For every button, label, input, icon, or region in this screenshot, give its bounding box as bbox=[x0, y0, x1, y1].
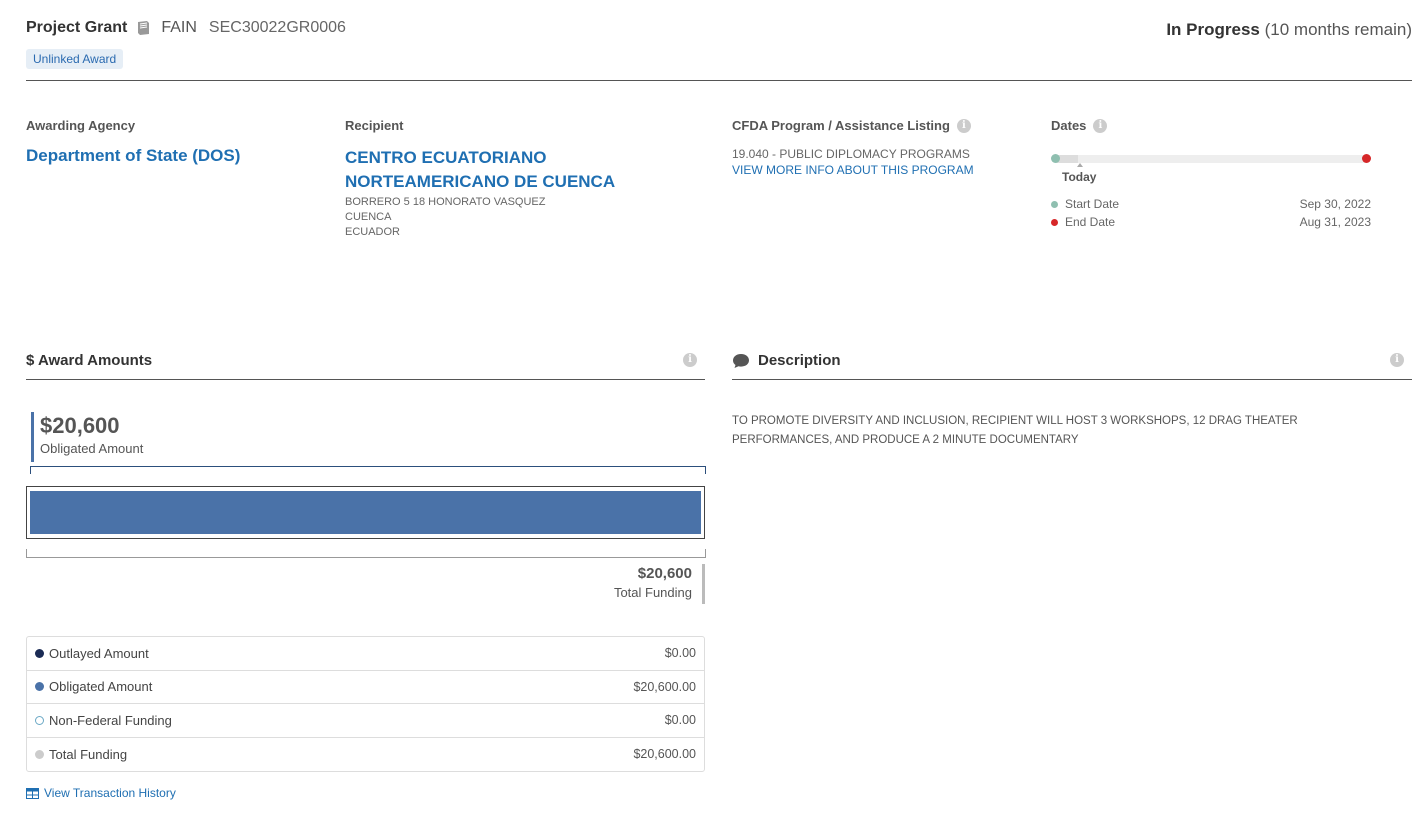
table-row: Obligated Amount $20,600.00 bbox=[27, 671, 704, 704]
status-remaining: (10 months remain) bbox=[1264, 20, 1412, 39]
row-label: Outlayed Amount bbox=[49, 645, 149, 661]
obligated-dot bbox=[35, 682, 44, 692]
total-funding-label: Total Funding bbox=[613, 585, 692, 600]
info-icon[interactable]: i bbox=[1390, 353, 1404, 367]
view-transaction-history-link[interactable]: View Transaction History bbox=[26, 786, 176, 800]
info-icon[interactable]: i bbox=[683, 353, 697, 367]
obligated-amount: $20,600 bbox=[40, 413, 120, 438]
row-value: $0.00 bbox=[664, 646, 696, 661]
fain-value: SEC30022GR0006 bbox=[208, 19, 346, 36]
award-status: In Progress (10 months remain) bbox=[1166, 20, 1412, 40]
start-date-label: Start Date bbox=[1065, 197, 1120, 211]
address-line: BORRERO 5 18 HONORATO VASQUEZ bbox=[345, 196, 546, 208]
info-icon[interactable]: i bbox=[1093, 118, 1108, 133]
comment-icon bbox=[733, 353, 749, 368]
start-date-legend-dot bbox=[1051, 200, 1058, 208]
address-line: ECUADOR bbox=[345, 226, 401, 238]
row-label: Total Funding bbox=[49, 746, 128, 762]
end-date-row: End Date Aug 31, 2023 bbox=[1051, 215, 1371, 229]
table-row: Outlayed Amount $0.00 bbox=[27, 637, 704, 671]
row-value: $0.00 bbox=[664, 713, 696, 728]
timeline-track bbox=[1056, 155, 1367, 163]
description-title: Description bbox=[758, 352, 841, 369]
info-icon[interactable]: i bbox=[956, 118, 971, 133]
today-marker bbox=[1077, 163, 1083, 167]
description-text: TO PROMOTE DIVERSITY AND INCLUSION, RECI… bbox=[732, 415, 1298, 446]
recipient-address: BORRERO 5 18 HONORATO VASQUEZ CUENCA ECU… bbox=[345, 195, 546, 240]
table-icon bbox=[26, 787, 39, 799]
table-row: Non-Federal Funding $0.00 bbox=[27, 704, 704, 738]
obligated-callout: $20,600 Obligated Amount bbox=[31, 412, 143, 462]
obligated-bracket bbox=[30, 466, 706, 474]
amounts-table: Outlayed Amount $0.00 Obligated Amount $… bbox=[26, 636, 705, 772]
description-title-wrap: Description bbox=[732, 352, 841, 369]
fain-label: FAIN bbox=[161, 19, 197, 36]
awarding-agency-label-text: Awarding Agency bbox=[26, 118, 136, 133]
end-date-legend-dot bbox=[1051, 218, 1058, 226]
row-value: $20,600.00 bbox=[633, 679, 696, 694]
status-label: In Progress bbox=[1166, 20, 1260, 39]
recipient-link[interactable]: CENTRO ECUATORIANO NORTEAMERICANO DE CUE… bbox=[345, 146, 645, 194]
start-date-value: Sep 30, 2022 bbox=[1299, 197, 1371, 211]
cfda-more-info-link[interactable]: VIEW MORE INFO ABOUT THIS PROGRAM bbox=[732, 163, 974, 177]
award-type: Project Grant bbox=[26, 19, 128, 36]
award-header: Project Grant FAIN SEC30022GR0006 Unlink… bbox=[26, 19, 1412, 81]
total-bracket bbox=[26, 549, 706, 558]
award-amount-bar[interactable] bbox=[26, 486, 705, 539]
view-transaction-history-label: View Transaction History bbox=[44, 786, 176, 800]
end-date-dot bbox=[1362, 154, 1371, 163]
cfda-label-text: CFDA Program / Assistance Listing bbox=[732, 118, 950, 133]
awarding-agency-link[interactable]: Department of State (DOS) bbox=[26, 146, 240, 166]
unlinked-award-badge[interactable]: Unlinked Award bbox=[26, 49, 124, 69]
recipient-label-text: Recipient bbox=[345, 118, 404, 133]
description-header: Description i bbox=[732, 342, 1412, 380]
row-value: $20,600.00 bbox=[633, 747, 696, 762]
dates-label-text: Dates bbox=[1051, 118, 1087, 133]
awarding-agency-label: Awarding Agency bbox=[26, 118, 135, 133]
start-date-row: Start Date Sep 30, 2022 bbox=[1051, 197, 1371, 211]
row-label: Non-Federal Funding bbox=[49, 712, 172, 728]
end-date-value: Aug 31, 2023 bbox=[1299, 215, 1371, 229]
cfda-label: CFDA Program / Assistance Listing i bbox=[732, 118, 971, 133]
total-funding-amount: $20,600 bbox=[637, 565, 692, 582]
award-header-left: Project Grant FAIN SEC30022GR0006 bbox=[26, 19, 346, 37]
dates-label: Dates i bbox=[1051, 118, 1108, 133]
award-amounts-title: $ Award Amounts bbox=[26, 352, 153, 369]
table-row: Total Funding $20,600.00 bbox=[27, 738, 704, 772]
start-date-dot bbox=[1051, 154, 1060, 163]
book-icon bbox=[138, 21, 150, 35]
cfda-program: 19.040 - PUBLIC DIPLOMACY PROGRAMS bbox=[732, 147, 970, 161]
today-label: Today bbox=[1062, 170, 1097, 184]
address-line: CUENCA bbox=[345, 211, 392, 223]
total-dot bbox=[35, 749, 44, 759]
obligated-bar[interactable] bbox=[30, 491, 701, 534]
award-amounts-header: $ Award Amounts i bbox=[26, 342, 705, 380]
obligated-label: Obligated Amount bbox=[40, 441, 144, 456]
end-date-label: End Date bbox=[1065, 215, 1116, 229]
row-label: Obligated Amount bbox=[49, 679, 153, 695]
non-federal-dot bbox=[35, 715, 44, 725]
total-callout: $20,600 Total Funding bbox=[614, 564, 705, 604]
recipient-label: Recipient bbox=[345, 118, 404, 133]
outlayed-dot bbox=[35, 648, 44, 658]
